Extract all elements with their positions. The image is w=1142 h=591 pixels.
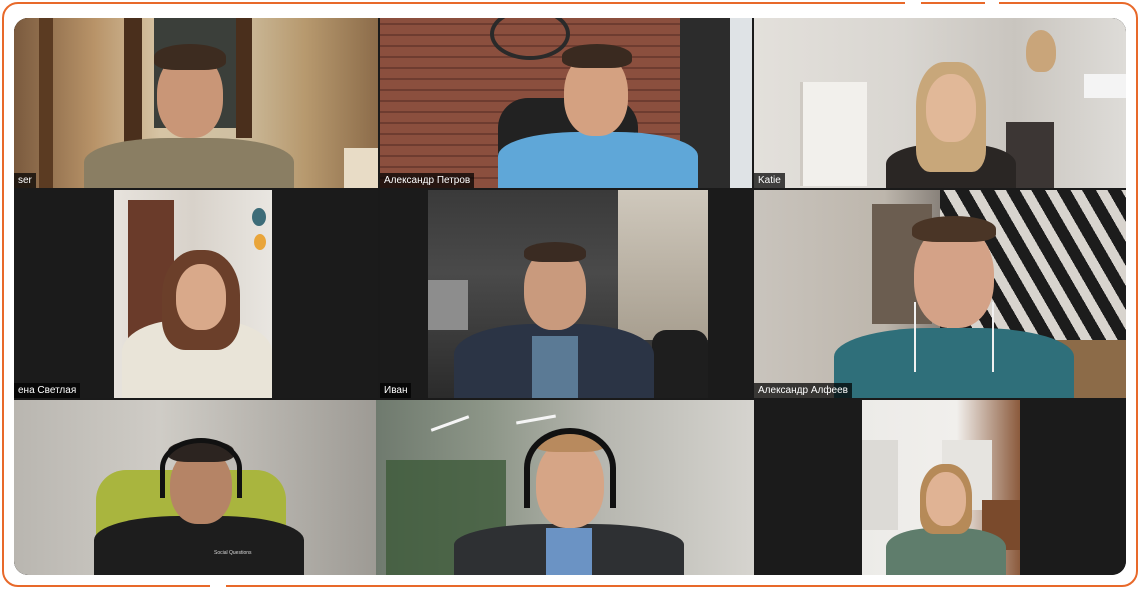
participant-tile-aleksandr-alfeev[interactable]: Александр Алфеев [754,190,1126,398]
t-shirt [94,516,304,575]
shirt [834,328,1074,398]
participant-person: Social Questions [94,430,304,575]
frame-gap [985,0,999,6]
participant-name-label: Александр Алфеев [754,383,852,398]
participant-name-label: ser [14,173,36,188]
shelf [800,82,867,186]
shirt [498,132,698,188]
door-frame [39,18,53,188]
t-shirt [532,336,578,398]
participant-person [876,62,1026,188]
balloon [254,234,266,250]
hair [524,242,586,262]
participant-tile-ivan[interactable]: Иван [380,190,752,398]
face [176,264,226,330]
participant-tile[interactable]: Social Questions [14,400,378,575]
participant-name-label: Иван [380,383,412,398]
participant-person [454,424,684,575]
headrest [652,330,708,398]
participant-tile-elena-svetlaya[interactable]: ена Светлая [14,190,378,398]
participant-tile-katie[interactable]: Katie [754,18,1126,188]
participant-person [454,238,654,398]
participant-video [380,18,752,188]
air-conditioner [1084,74,1126,98]
frame-gap [210,585,226,591]
participant-person [498,36,698,188]
participant-tile[interactable] [376,400,754,575]
participant-name-label: Александр Петров [380,173,475,188]
lamp-shade [344,148,378,188]
hair [154,44,226,70]
shirt-print: Social Questions [214,550,252,556]
participant-tile-ser[interactable]: ser [14,18,378,188]
face [926,472,966,526]
participant-person [834,210,1074,398]
participant-video [14,18,378,188]
earphone-cable [992,302,994,372]
participant-person [886,464,1006,575]
hair [912,216,996,242]
hair [562,44,632,68]
headphones-icon [160,438,242,498]
participant-video [114,190,272,398]
headphones-icon [524,428,616,508]
participant-person [122,250,272,398]
video-call-gallery: ser Александр Петров Katie ена Светлая И… [14,18,1126,575]
patterned-top [886,528,1006,575]
participant-video [428,190,708,398]
participant-person [84,38,294,188]
window-light [730,18,752,188]
participant-tile[interactable] [756,400,1126,575]
participant-video [754,18,1126,188]
participant-name-label: Katie [754,173,785,188]
shirt [546,528,592,575]
participant-video: Social Questions [14,400,378,575]
participant-tile-aleksandr-petrov[interactable]: Александр Петров [380,18,752,188]
ceiling-light [516,414,556,425]
participant-video [754,190,1126,398]
participant-video [376,400,754,575]
participant-name-label: ена Светлая [14,383,81,398]
participant-video [862,400,1020,575]
balloon [252,208,266,226]
pendant-lamp [1026,30,1056,72]
frame-gap [905,0,921,6]
shirt [84,138,294,188]
earphone-cable [914,302,916,372]
face [926,74,976,142]
